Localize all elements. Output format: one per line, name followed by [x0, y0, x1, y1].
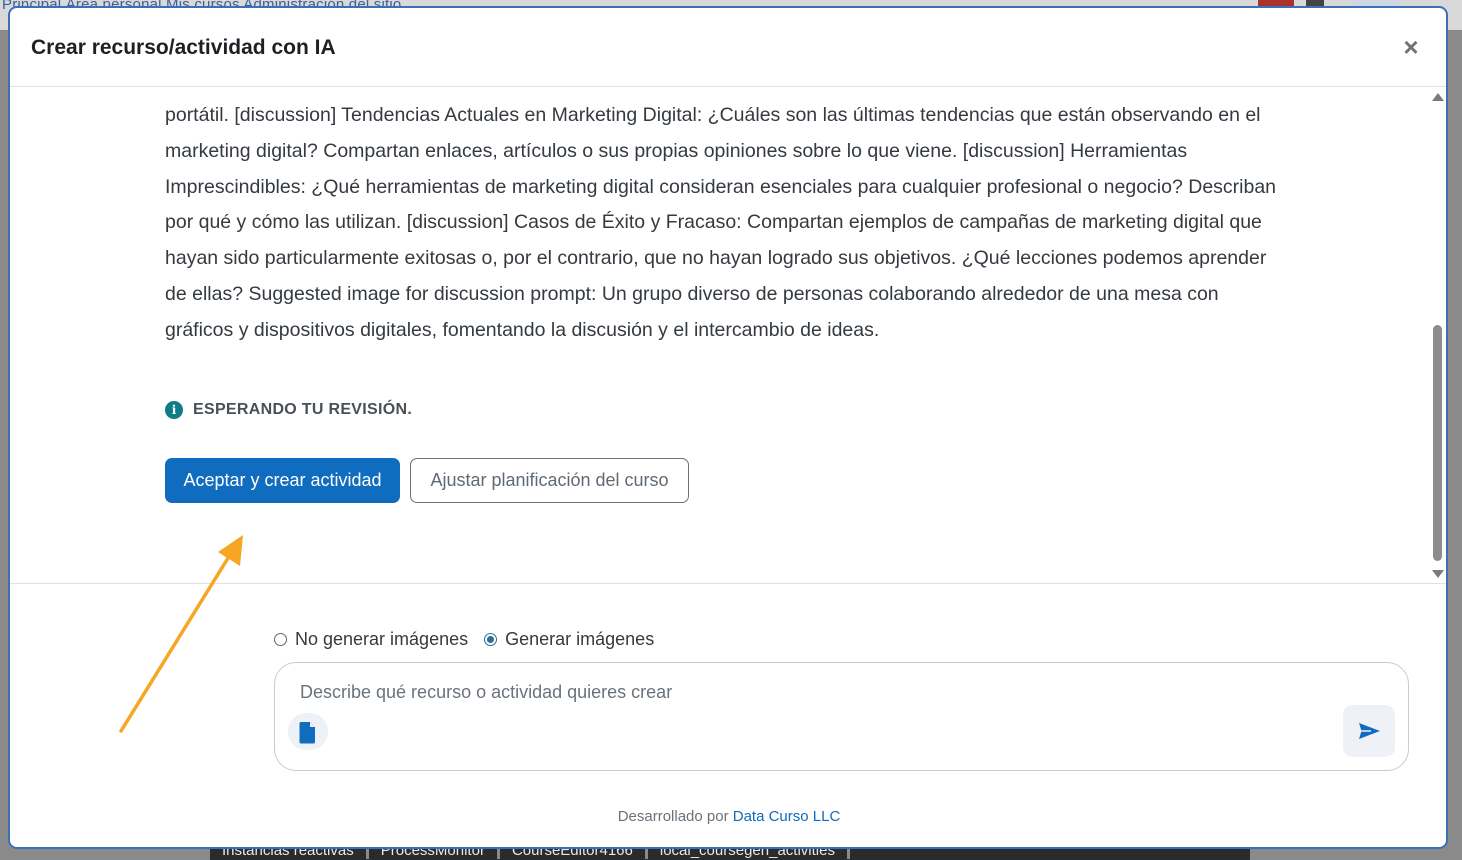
background-tab: Instancias reactivas [210, 848, 369, 859]
footer-link[interactable]: Data Curso LLC [733, 808, 841, 825]
accept-create-button[interactable]: Aceptar y crear actividad [165, 458, 400, 503]
info-icon: i [165, 401, 183, 419]
image-options: No generar imágenes Generar imágenes [274, 629, 670, 650]
scroll-down-icon[interactable] [1432, 570, 1444, 578]
prompt-input[interactable] [300, 680, 1300, 704]
footer-prefix: Desarrollado por [617, 808, 729, 825]
generated-plan-text: portátil. [discussion] Tendencias Actual… [165, 104, 1277, 341]
radio-no-images[interactable]: No generar imágenes [274, 629, 468, 650]
scroll-thumb[interactable] [1433, 325, 1442, 561]
file-icon [299, 722, 315, 744]
adjust-plan-button[interactable]: Ajustar planificación del curso [410, 458, 689, 503]
modal-title: Crear recurso/actividad con IA [31, 36, 336, 59]
attach-file-button[interactable] [288, 713, 328, 750]
footer-credit: Desarrollado por Data Curso LLC [10, 808, 1446, 825]
radio-generate-images[interactable]: Generar imágenes [484, 629, 654, 650]
radio-checked-icon[interactable] [484, 633, 498, 646]
divider [10, 583, 1446, 584]
background-tab: CourseEditor4166 [500, 848, 648, 859]
send-button[interactable] [1343, 705, 1395, 757]
background-tab: local_coursegen_activities [648, 848, 850, 859]
modal-body[interactable]: portátil. [discussion] Tendencias Actual… [10, 87, 1446, 583]
radio-label: No generar imágenes [295, 629, 469, 649]
status-text: ESPERANDO TU REVISIÓN. [193, 401, 413, 418]
scrollbar[interactable] [1428, 87, 1446, 584]
modal-header: Crear recurso/actividad con IA × [10, 8, 1446, 87]
scroll-up-icon[interactable] [1432, 93, 1444, 101]
prompt-box [274, 662, 1409, 771]
background-tab: ProcessMonitor [369, 848, 500, 859]
radio-label: Generar imágenes [505, 629, 655, 649]
status-notice: i ESPERANDO TU REVISIÓN. [165, 401, 412, 419]
send-icon [1359, 723, 1380, 739]
radio-unchecked-icon[interactable] [274, 633, 287, 646]
background-taskbar: Instancias reactivas ProcessMonitor Cour… [210, 848, 1250, 860]
close-button[interactable]: × [1398, 34, 1424, 60]
ai-modal: Crear recurso/actividad con IA × portáti… [8, 6, 1448, 849]
